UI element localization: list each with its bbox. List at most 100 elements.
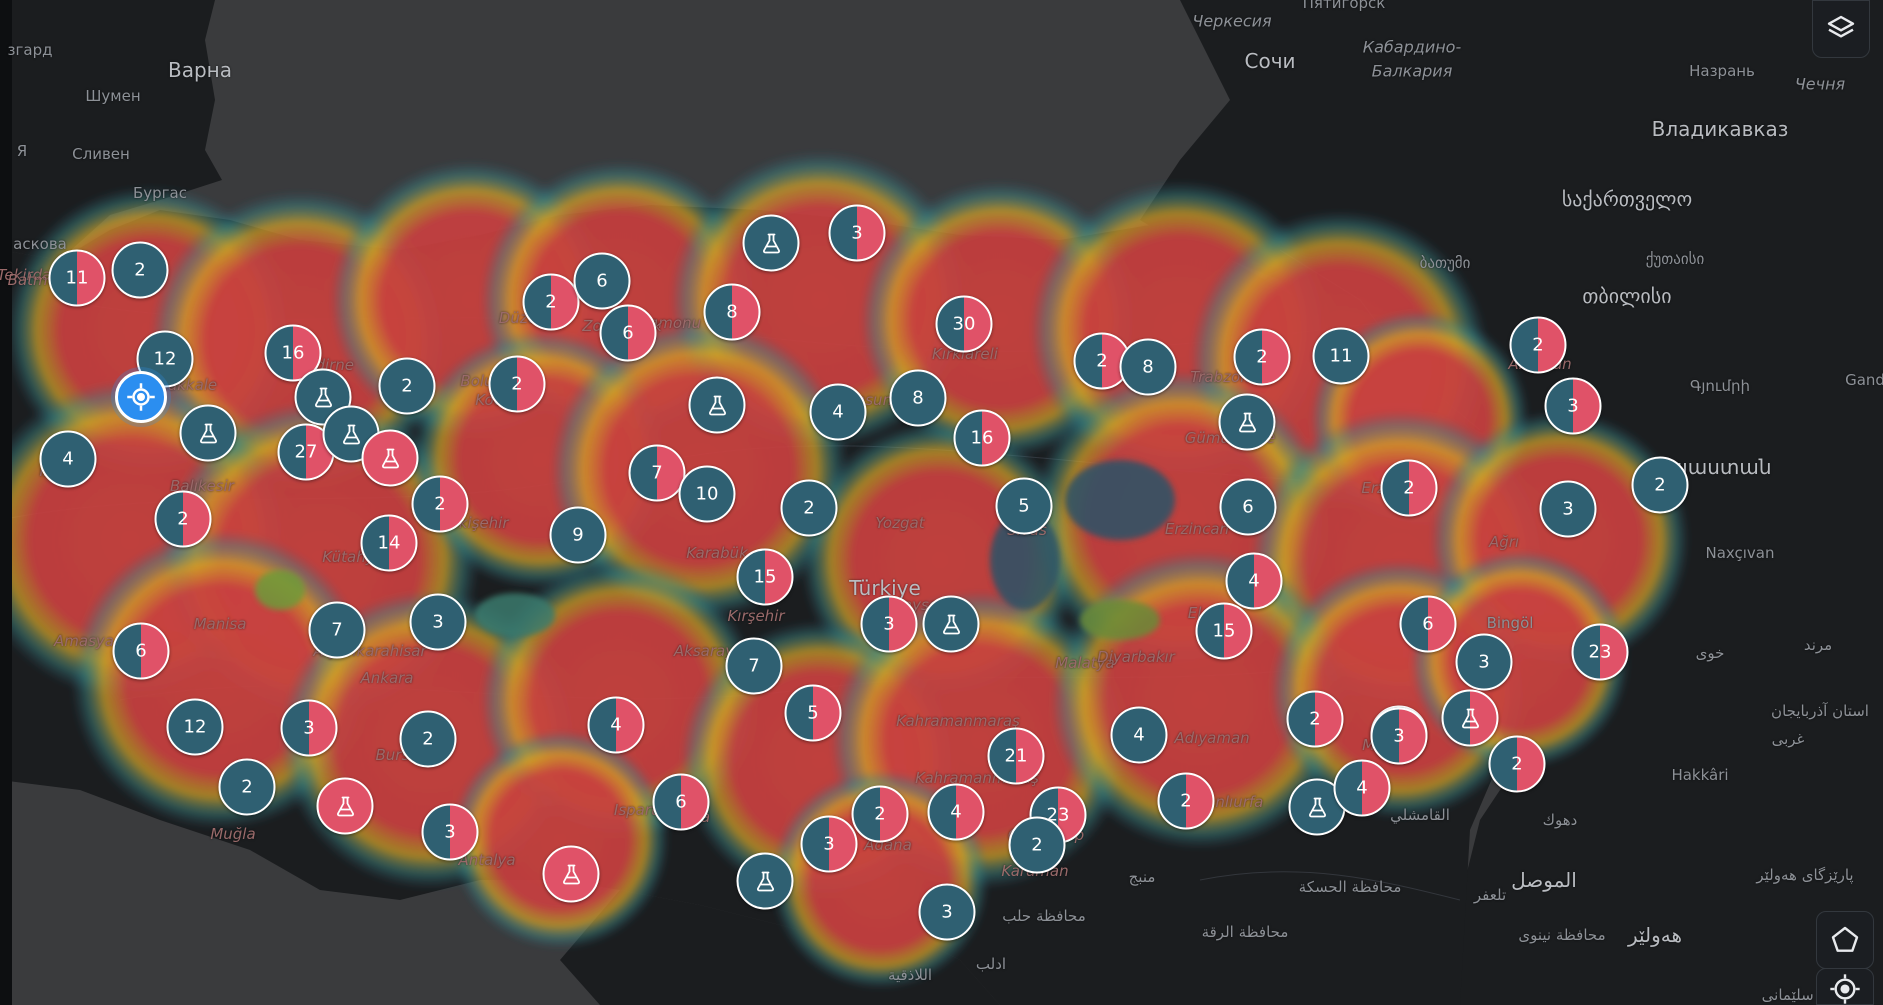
cluster-marker[interactable]: 2 <box>1286 690 1344 748</box>
cluster-marker[interactable]: 6 <box>112 622 170 680</box>
locate-me-button[interactable] <box>1816 968 1874 1005</box>
cluster-marker[interactable]: 2 <box>1008 816 1066 874</box>
cluster-marker[interactable]: 3 <box>1544 377 1602 435</box>
lab-marker[interactable] <box>542 845 600 903</box>
cluster-marker[interactable]: 23 <box>1571 623 1629 681</box>
cluster-marker[interactable]: 2 <box>111 241 169 299</box>
cluster-marker[interactable]: 2 <box>851 785 909 843</box>
cluster-marker[interactable]: 4 <box>587 696 645 754</box>
layers-icon <box>1827 15 1855 38</box>
cluster-marker[interactable]: 2 <box>780 479 838 537</box>
cluster-count: 2 <box>874 803 886 825</box>
cluster-count: 12 <box>153 348 177 370</box>
cluster-marker[interactable]: 2 <box>378 357 436 415</box>
cluster-marker[interactable]: 11 <box>1312 327 1370 385</box>
cluster-count: 2 <box>1403 477 1415 499</box>
cluster-count: 4 <box>610 714 622 736</box>
flask-icon <box>342 424 360 444</box>
cluster-count: 2 <box>1256 346 1268 368</box>
cluster-marker[interactable]: 3 <box>1370 707 1428 765</box>
cluster-marker[interactable]: 2 <box>1509 316 1567 374</box>
cluster-marker[interactable]: 6 <box>1399 595 1457 653</box>
lab-marker[interactable] <box>922 595 980 653</box>
cluster-marker[interactable]: 3 <box>1455 633 1513 691</box>
cluster-marker[interactable]: 12 <box>166 698 224 756</box>
cluster-marker[interactable]: 6 <box>1219 478 1277 536</box>
cluster-marker[interactable]: 4 <box>1225 552 1283 610</box>
cluster-count: 4 <box>62 448 74 470</box>
cluster-marker[interactable]: 4 <box>1333 759 1391 817</box>
cluster-marker[interactable]: 11 <box>48 249 106 307</box>
crosshair-icon <box>127 383 155 411</box>
cluster-marker[interactable]: 4 <box>927 783 985 841</box>
lab-marker[interactable] <box>361 429 419 487</box>
cluster-marker[interactable]: 10 <box>678 465 736 523</box>
cluster-marker[interactable]: 16 <box>953 409 1011 467</box>
lab-marker[interactable] <box>688 376 746 434</box>
cluster-marker[interactable]: 15 <box>736 548 794 606</box>
cluster-count: 12 <box>183 716 207 738</box>
flask-icon <box>336 796 354 816</box>
cluster-marker[interactable]: 2 <box>1233 328 1291 386</box>
flask-icon <box>314 387 332 407</box>
cluster-marker[interactable]: 3 <box>1539 480 1597 538</box>
cluster-marker[interactable]: 2 <box>154 490 212 548</box>
cluster-marker[interactable]: 2 <box>1631 456 1689 514</box>
cluster-marker[interactable]: 9 <box>549 506 607 564</box>
cluster-marker[interactable]: 8 <box>889 369 947 427</box>
lab-marker[interactable] <box>1218 393 1276 451</box>
cluster-marker[interactable]: 4 <box>39 430 97 488</box>
cluster-marker[interactable]: 2 <box>411 475 469 533</box>
cluster-marker[interactable]: 7 <box>628 444 686 502</box>
lab-marker[interactable] <box>742 214 800 272</box>
lab-marker[interactable] <box>1441 689 1499 747</box>
cluster-marker[interactable]: 3 <box>409 593 467 651</box>
cluster-marker[interactable]: 7 <box>308 601 366 659</box>
cluster-marker[interactable]: 5 <box>995 477 1053 535</box>
cluster-count: 16 <box>281 342 305 364</box>
lab-marker[interactable] <box>736 852 794 910</box>
cluster-count: 4 <box>1356 777 1368 799</box>
draw-polygon-button[interactable] <box>1816 911 1874 969</box>
cluster-marker[interactable]: 6 <box>599 304 657 362</box>
cluster-marker[interactable]: 15 <box>1195 602 1253 660</box>
cluster-marker[interactable]: 2 <box>399 710 457 768</box>
map-canvas[interactable] <box>0 0 1883 1005</box>
cluster-count: 3 <box>1562 498 1574 520</box>
cluster-marker[interactable]: 6 <box>652 773 710 831</box>
cluster-marker[interactable]: 3 <box>421 803 479 861</box>
cluster-marker[interactable]: 5 <box>784 684 842 742</box>
layers-button[interactable] <box>1812 0 1870 58</box>
cluster-count: 7 <box>651 462 663 484</box>
cluster-marker[interactable]: 8 <box>1119 338 1177 396</box>
cluster-marker[interactable]: 3 <box>828 204 886 262</box>
cluster-marker[interactable]: 6 <box>573 252 631 310</box>
cluster-marker[interactable]: 4 <box>809 383 867 441</box>
cluster-marker[interactable]: 2 <box>522 273 580 331</box>
cluster-count: 4 <box>1133 724 1145 746</box>
user-location-marker[interactable] <box>115 371 167 423</box>
cluster-marker[interactable]: 3 <box>860 595 918 653</box>
lab-marker[interactable] <box>316 777 374 835</box>
cluster-marker[interactable]: 14 <box>360 514 418 572</box>
cluster-marker[interactable]: 2 <box>1157 772 1215 830</box>
cluster-marker[interactable]: 3 <box>800 815 858 873</box>
cluster-marker[interactable]: 30 <box>935 295 993 353</box>
cluster-count: 6 <box>1422 613 1434 635</box>
cluster-marker[interactable]: 8 <box>703 283 761 341</box>
cluster-marker[interactable]: 4 <box>1110 706 1168 764</box>
flask-icon <box>708 395 726 415</box>
cluster-marker[interactable]: 2 <box>488 355 546 413</box>
cluster-marker[interactable]: 7 <box>725 637 783 695</box>
cluster-marker[interactable]: 21 <box>987 727 1045 785</box>
cluster-marker[interactable]: 2 <box>1488 735 1546 793</box>
cluster-count: 2 <box>401 375 413 397</box>
cluster-marker[interactable]: 2 <box>218 758 276 816</box>
cluster-count: 3 <box>1567 395 1579 417</box>
lab-marker[interactable] <box>179 404 237 462</box>
cluster-count: 11 <box>65 267 89 289</box>
map-view[interactable]: Варна Шумен Сливен Бургас згард Яаскова Сочи Че… <box>0 0 1883 1005</box>
cluster-marker[interactable]: 2 <box>1380 459 1438 517</box>
cluster-marker[interactable]: 3 <box>918 883 976 941</box>
cluster-marker[interactable]: 3 <box>280 699 338 757</box>
